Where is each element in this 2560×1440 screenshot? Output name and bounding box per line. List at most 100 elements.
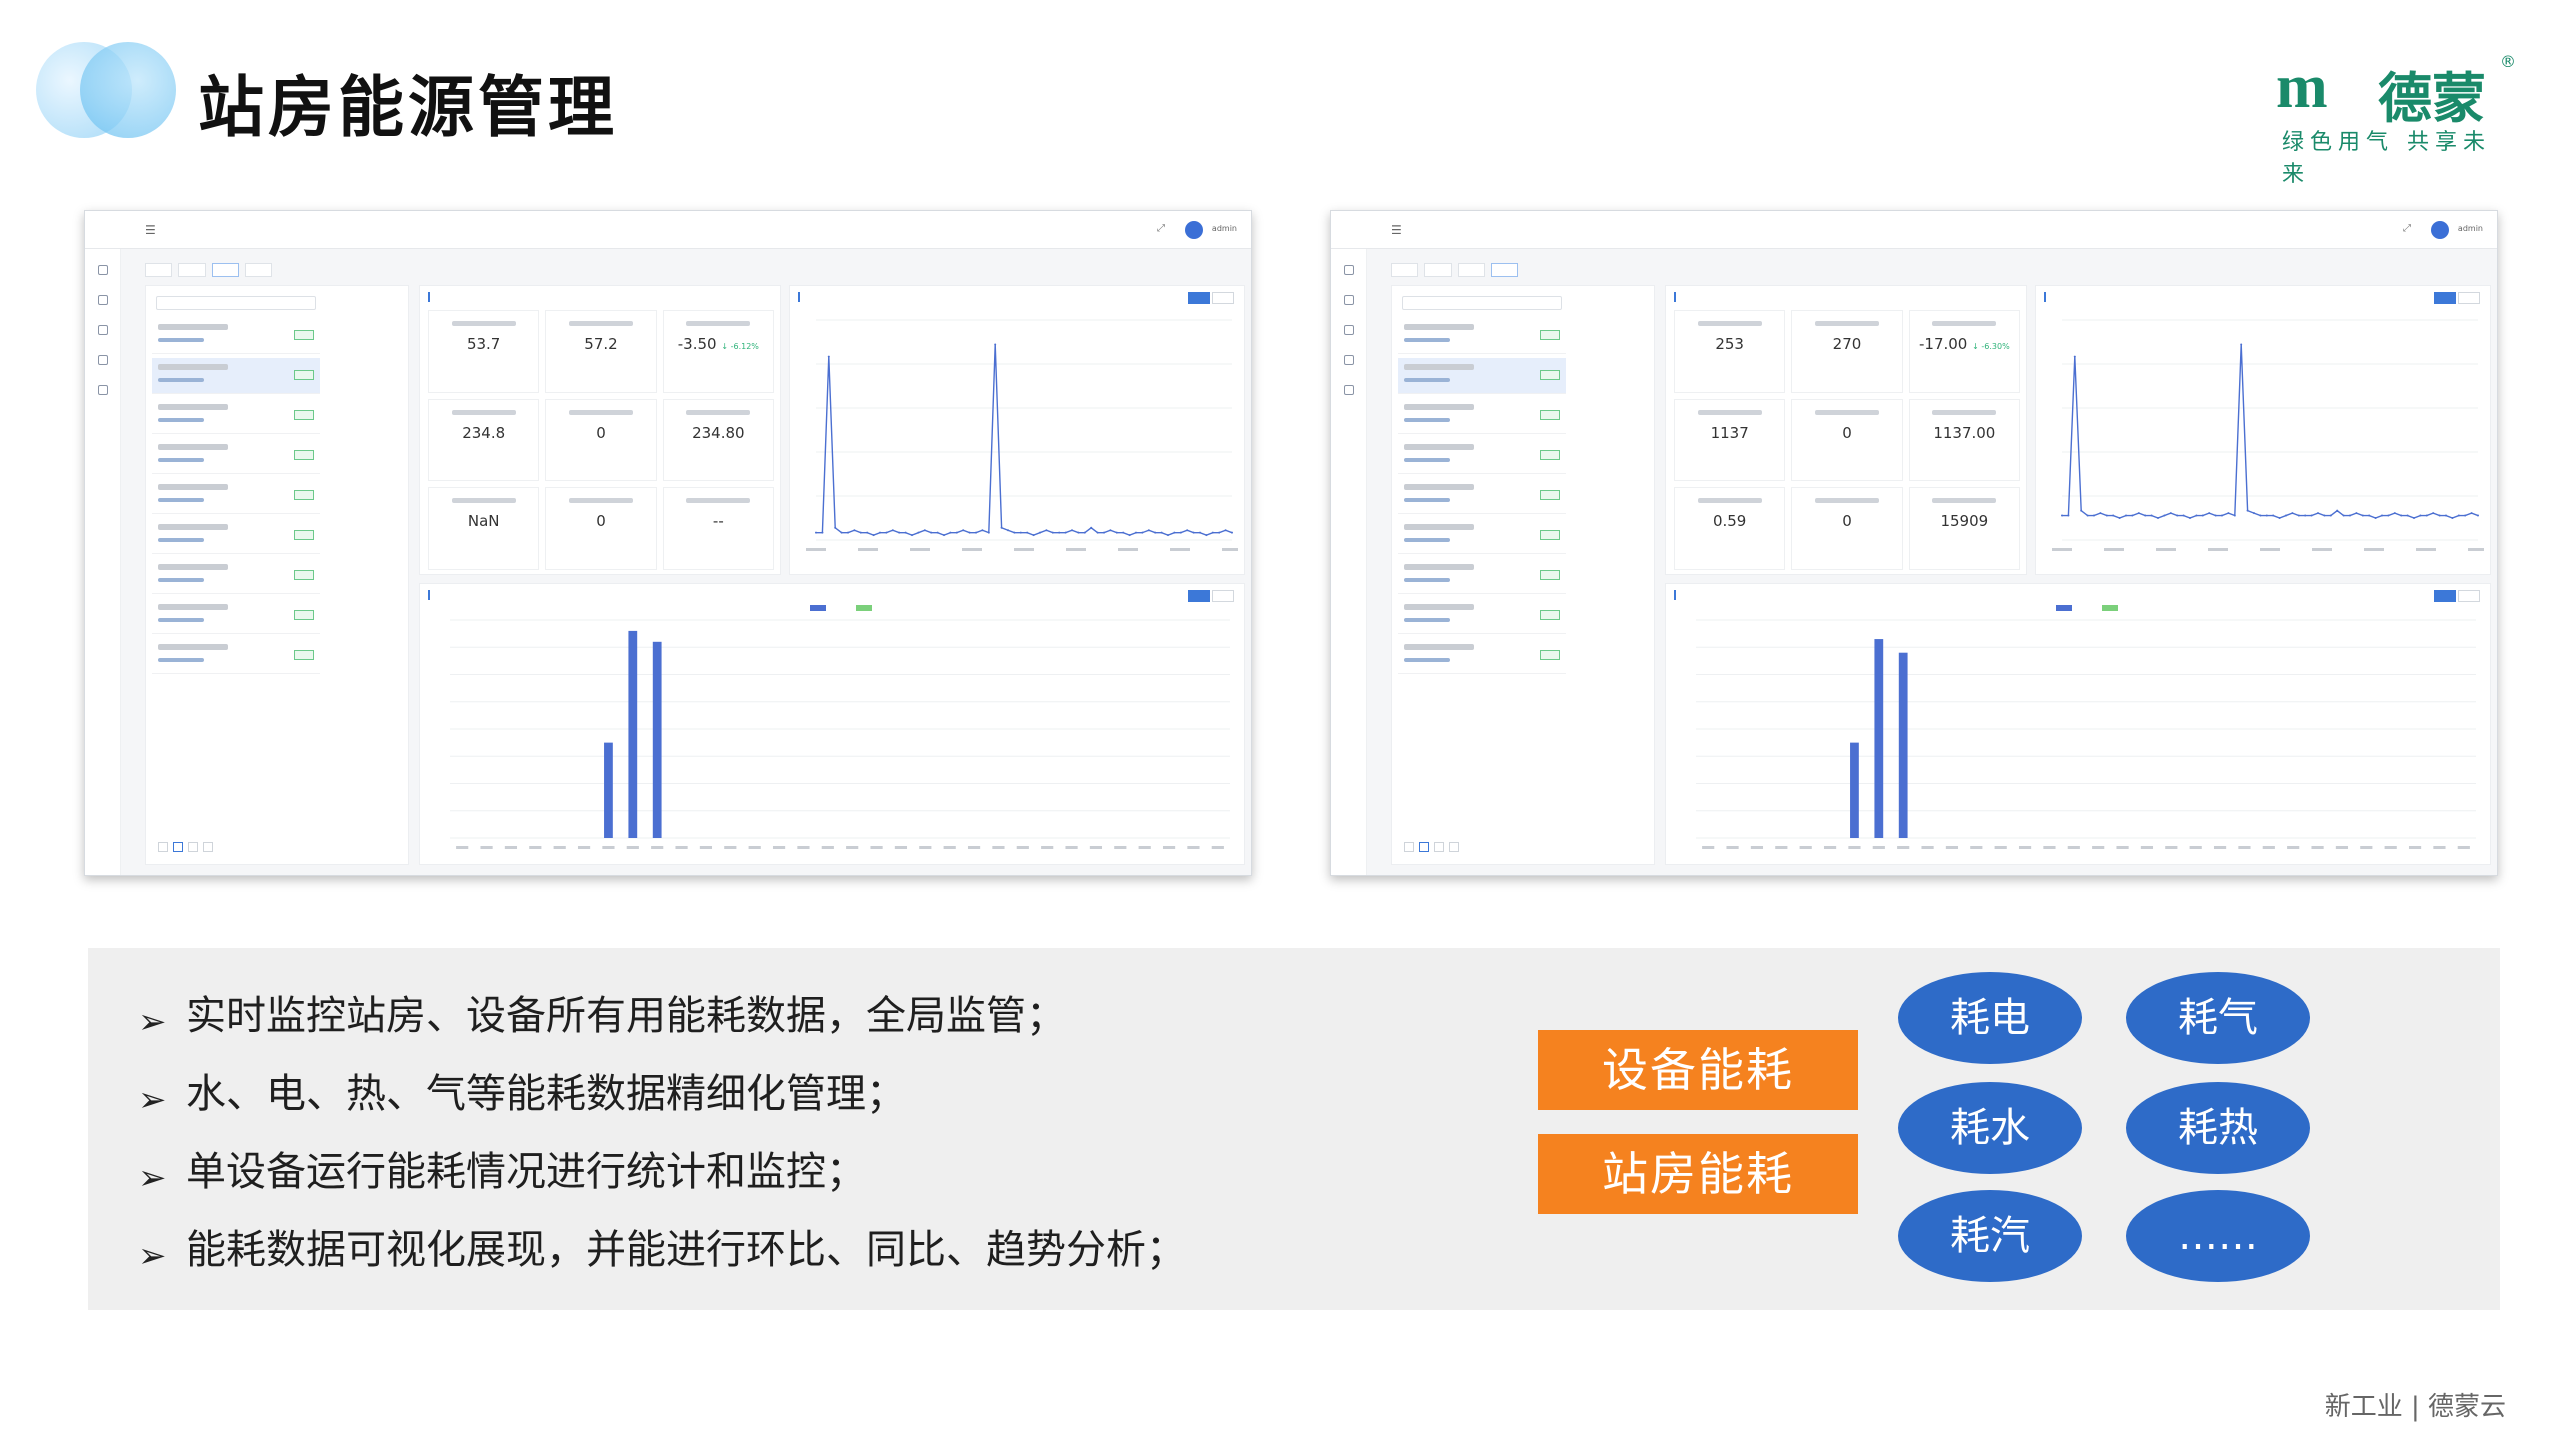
- x-tick-label: [2457, 846, 2470, 849]
- x-tick-label: [626, 846, 639, 849]
- list-item[interactable]: [152, 638, 320, 674]
- home-icon[interactable]: [98, 265, 108, 275]
- device-icon[interactable]: [98, 325, 108, 335]
- page-button[interactable]: [203, 842, 213, 852]
- fullscreen-icon[interactable]: ⤢: [1157, 223, 1165, 234]
- data-point: [962, 529, 965, 532]
- x-tick-label: [2052, 548, 2072, 551]
- tab[interactable]: [145, 263, 173, 277]
- data-point: [1083, 531, 1086, 534]
- tab[interactable]: [245, 263, 273, 277]
- list-item[interactable]: [152, 398, 320, 434]
- list-item[interactable]: [152, 598, 320, 634]
- tab-active[interactable]: [211, 263, 240, 277]
- toggle-option[interactable]: [2434, 292, 2456, 304]
- menu-icon[interactable]: ☰: [145, 223, 156, 237]
- x-tick-label: [2067, 846, 2080, 849]
- data-point: [2477, 514, 2479, 517]
- x-tick-label: [504, 846, 518, 849]
- data-point: [2400, 514, 2403, 517]
- toggle-option[interactable]: [2458, 292, 2480, 304]
- list-item[interactable]: [1398, 358, 1566, 394]
- tool-icon[interactable]: [1344, 355, 1354, 365]
- trend-panel: [789, 285, 1245, 575]
- x-tick-label: [1187, 846, 1200, 849]
- search-input[interactable]: [156, 296, 316, 310]
- dashboard-screenshot-electric: ☰ ⤢ admin 53.7 57.2 -3.50 ↓ -6.12% 234.8…: [84, 210, 1252, 876]
- list-item[interactable]: [152, 518, 320, 554]
- toggle-option[interactable]: [1212, 590, 1234, 602]
- x-tick-label: [456, 846, 469, 849]
- user-name[interactable]: admin: [2458, 224, 2483, 233]
- data-point: [1096, 531, 1099, 534]
- page-button[interactable]: [188, 842, 198, 852]
- page-button[interactable]: [1419, 842, 1429, 852]
- x-tick-label: [2260, 548, 2280, 551]
- data-point: [1109, 529, 1112, 532]
- data-point: [847, 531, 849, 534]
- user-name[interactable]: admin: [1212, 224, 1237, 233]
- x-tick-label: [797, 846, 810, 849]
- monitor-icon[interactable]: [1344, 295, 1354, 305]
- avatar[interactable]: [1185, 221, 1203, 239]
- tab[interactable]: [1457, 263, 1486, 277]
- tool-icon[interactable]: [98, 355, 108, 365]
- doc-icon[interactable]: [98, 385, 108, 395]
- list-item[interactable]: [152, 358, 320, 394]
- kpi-value: 270: [1832, 335, 1862, 353]
- fullscreen-icon[interactable]: ⤢: [2403, 223, 2411, 234]
- list-item[interactable]: [152, 478, 320, 514]
- list-item[interactable]: [152, 558, 320, 594]
- data-point: [2374, 517, 2377, 519]
- menu-icon[interactable]: ☰: [1391, 223, 1402, 237]
- toggle-option[interactable]: [1188, 590, 1210, 602]
- toggle-option[interactable]: [2458, 590, 2480, 602]
- avatar[interactable]: [2431, 221, 2449, 239]
- tab[interactable]: [1391, 263, 1419, 277]
- data-point: [975, 531, 977, 534]
- tab[interactable]: [178, 263, 206, 277]
- monitor-icon[interactable]: [98, 295, 108, 305]
- list-item[interactable]: [1398, 598, 1566, 634]
- data-point: [2425, 514, 2428, 517]
- toggle-option[interactable]: [1188, 292, 1210, 304]
- page-button[interactable]: [158, 842, 168, 852]
- tab-active[interactable]: [1491, 263, 1519, 277]
- toggle-option[interactable]: [1212, 292, 1234, 304]
- data-point: [2201, 514, 2204, 517]
- list-item[interactable]: [1398, 638, 1566, 674]
- data-point: [2105, 514, 2108, 517]
- page-button[interactable]: [1449, 842, 1459, 852]
- data-point: [1218, 531, 1221, 534]
- page-button[interactable]: [1404, 842, 1414, 852]
- list-item[interactable]: [1398, 558, 1566, 594]
- data-point: [955, 531, 958, 534]
- x-tick-label: [1162, 846, 1176, 849]
- data-point: [981, 529, 984, 532]
- list-item[interactable]: [152, 318, 320, 354]
- tab[interactable]: [1424, 263, 1452, 277]
- data-point: [2259, 514, 2262, 517]
- pill-more: ……: [2126, 1190, 2310, 1282]
- search-input[interactable]: [1402, 296, 1562, 310]
- list-item[interactable]: [1398, 518, 1566, 554]
- data-point: [2419, 514, 2422, 517]
- list-item[interactable]: [1398, 478, 1566, 514]
- device-icon[interactable]: [1344, 325, 1354, 335]
- home-icon[interactable]: [1344, 265, 1354, 275]
- list-item[interactable]: [1398, 438, 1566, 474]
- list-item[interactable]: [1398, 318, 1566, 354]
- list-item[interactable]: [1398, 398, 1566, 434]
- data-point: [2368, 514, 2371, 517]
- data-point: [859, 531, 862, 534]
- page-button[interactable]: [173, 842, 183, 852]
- toggle-option[interactable]: [2434, 590, 2456, 602]
- page-button[interactable]: [1434, 842, 1444, 852]
- data-point: [2323, 514, 2326, 517]
- x-tick-label: [2043, 846, 2056, 849]
- doc-icon[interactable]: [1344, 385, 1354, 395]
- list-item[interactable]: [152, 438, 320, 474]
- kpi-card: 15909: [1908, 487, 2020, 570]
- chart-legend: [810, 604, 902, 612]
- chart-legend: [2056, 604, 2148, 612]
